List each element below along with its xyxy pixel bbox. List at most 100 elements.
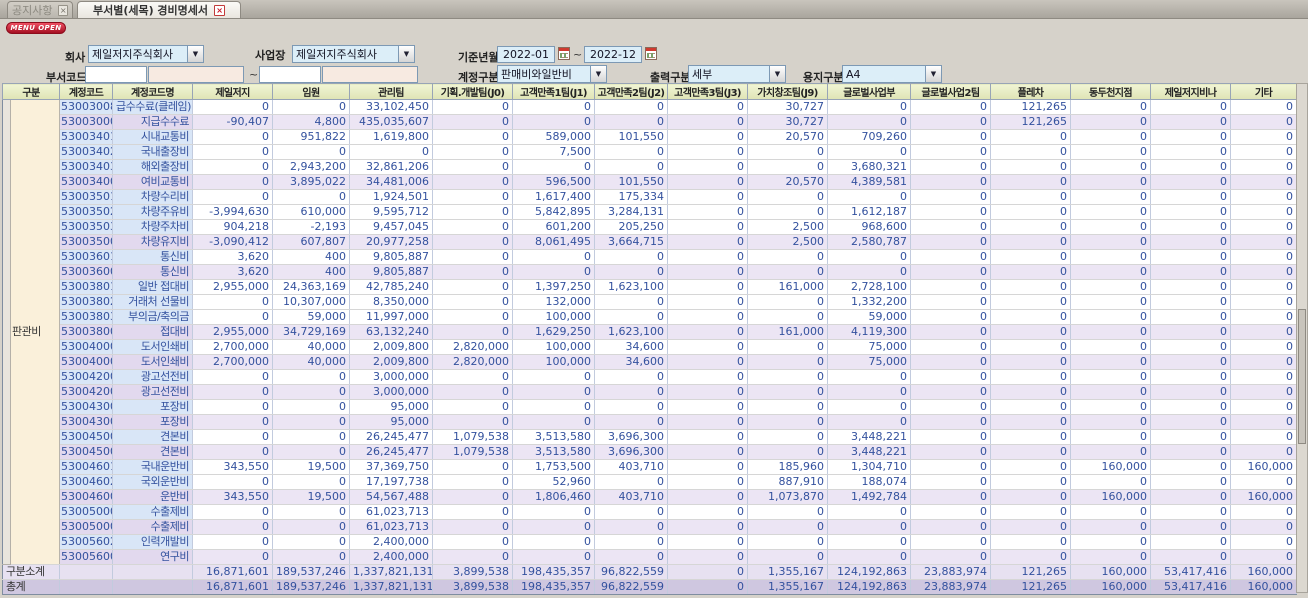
account-code-cell[interactable]: 53003500: [59, 234, 114, 250]
amount-cell[interactable]: 189,537,246: [272, 564, 351, 580]
amount-cell[interactable]: 0: [512, 519, 596, 535]
amount-cell[interactable]: 0: [1230, 294, 1298, 310]
column-header[interactable]: 글로벌사업부: [827, 83, 912, 100]
amount-cell[interactable]: 0: [1070, 309, 1152, 325]
amount-cell[interactable]: 0: [1150, 384, 1232, 400]
amount-cell[interactable]: 0: [747, 444, 829, 460]
amount-cell[interactable]: 185,960: [747, 459, 829, 475]
amount-cell[interactable]: 0: [910, 384, 992, 400]
amount-cell[interactable]: 101,550: [594, 174, 669, 190]
amount-cell[interactable]: 0: [910, 294, 992, 310]
amount-cell[interactable]: 0: [1230, 504, 1298, 520]
amount-cell[interactable]: 0: [747, 534, 829, 550]
amount-cell[interactable]: 3,696,300: [594, 429, 669, 445]
amount-cell[interactable]: 0: [594, 144, 669, 160]
amount-cell[interactable]: 1,619,800: [349, 129, 434, 145]
table-row[interactable]: 53003800 접대비 2,955,000 34,729,169 63,132,240…: [3, 324, 1298, 340]
amount-cell[interactable]: 0: [432, 414, 514, 430]
amount-cell[interactable]: 0: [1150, 249, 1232, 265]
amount-cell[interactable]: 0: [192, 174, 274, 190]
amount-cell[interactable]: 0: [910, 129, 992, 145]
subtotal-row[interactable]: 구분소계 16,871,601 189,537,246 1,337,821,131 3,…: [2, 564, 1298, 580]
amount-cell[interactable]: 1,612,187: [827, 204, 912, 220]
amount-cell[interactable]: 2,580,787: [827, 234, 912, 250]
account-code-cell[interactable]: 53004300: [59, 414, 114, 430]
amount-cell[interactable]: 0: [192, 309, 274, 325]
amount-cell[interactable]: 0: [1150, 309, 1232, 325]
account-name-cell[interactable]: 수출제비: [112, 519, 194, 535]
amount-cell[interactable]: 1,304,710: [827, 459, 912, 475]
amount-cell[interactable]: 0: [432, 399, 514, 415]
amount-cell[interactable]: 19,500: [272, 459, 351, 475]
amount-cell[interactable]: 61,023,713: [349, 519, 434, 535]
amount-cell[interactable]: 0: [349, 144, 434, 160]
amount-cell[interactable]: 2,500: [747, 234, 829, 250]
amount-cell[interactable]: 0: [192, 189, 274, 205]
amount-cell[interactable]: 0: [1150, 414, 1232, 430]
amount-cell[interactable]: 0: [1070, 189, 1152, 205]
amount-cell[interactable]: 24,363,169: [272, 279, 351, 295]
amount-cell[interactable]: 0: [272, 99, 351, 115]
amount-cell[interactable]: 2,009,800: [349, 354, 434, 370]
amount-cell[interactable]: 0: [910, 159, 992, 175]
amount-cell[interactable]: 1,355,167: [747, 564, 829, 580]
amount-cell[interactable]: 0: [1230, 324, 1298, 340]
amount-cell[interactable]: 3,513,580: [512, 429, 596, 445]
amount-cell[interactable]: 0: [1070, 474, 1152, 490]
amount-cell[interactable]: 0: [192, 429, 274, 445]
amount-cell[interactable]: 0: [1070, 279, 1152, 295]
amount-cell[interactable]: 205,250: [594, 219, 669, 235]
amount-cell[interactable]: 0: [192, 534, 274, 550]
amount-cell[interactable]: 0: [432, 174, 514, 190]
amount-cell[interactable]: 0: [1150, 234, 1232, 250]
account-code-cell[interactable]: 53005000: [59, 504, 114, 520]
amount-cell[interactable]: 0: [990, 369, 1072, 385]
amount-cell[interactable]: 0: [1230, 99, 1298, 115]
amount-cell[interactable]: 0: [910, 534, 992, 550]
amount-cell[interactable]: 0: [192, 159, 274, 175]
amount-cell[interactable]: 0: [667, 504, 749, 520]
amount-cell[interactable]: 0: [910, 189, 992, 205]
amount-cell[interactable]: 3,664,715: [594, 234, 669, 250]
account-name-cell[interactable]: 일반 접대비: [112, 279, 194, 295]
amount-cell[interactable]: 2,728,100: [827, 279, 912, 295]
amount-cell[interactable]: 0: [192, 294, 274, 310]
column-header[interactable]: 기획.개발팀(J0): [432, 83, 514, 100]
amount-cell[interactable]: 589,000: [512, 129, 596, 145]
amount-cell[interactable]: 0: [1150, 489, 1232, 505]
table-row[interactable]: 53003501 차량수리비 0 0 1,924,501 0 1,617,400 175,33…: [3, 189, 1298, 205]
amount-cell[interactable]: 0: [1150, 504, 1232, 520]
amount-cell[interactable]: 0: [272, 144, 351, 160]
amount-cell[interactable]: 0: [1070, 159, 1152, 175]
amount-cell[interactable]: 0: [747, 549, 829, 565]
amount-cell[interactable]: 198,435,357: [512, 564, 596, 580]
amount-cell[interactable]: -3,994,630: [192, 204, 274, 220]
amount-cell[interactable]: 0: [1150, 399, 1232, 415]
amount-cell[interactable]: 0: [747, 519, 829, 535]
amount-cell[interactable]: 75,000: [827, 339, 912, 355]
amount-cell[interactable]: 0: [990, 324, 1072, 340]
amount-cell[interactable]: 7,500: [512, 144, 596, 160]
amount-cell[interactable]: 0: [667, 279, 749, 295]
amount-cell[interactable]: 0: [432, 504, 514, 520]
amount-cell[interactable]: 0: [1070, 219, 1152, 235]
amount-cell[interactable]: 160,000: [1230, 459, 1298, 475]
amount-cell[interactable]: 0: [910, 474, 992, 490]
amount-cell[interactable]: 0: [667, 429, 749, 445]
amount-cell[interactable]: 0: [1230, 474, 1298, 490]
amount-cell[interactable]: 0: [1150, 339, 1232, 355]
account-name-cell[interactable]: [112, 564, 194, 580]
amount-cell[interactable]: 20,977,258: [349, 234, 434, 250]
amount-cell[interactable]: 0: [747, 354, 829, 370]
amount-cell[interactable]: 0: [747, 204, 829, 220]
amount-cell[interactable]: 0: [432, 279, 514, 295]
column-header[interactable]: 플레차: [990, 83, 1072, 100]
amount-cell[interactable]: 0: [1230, 114, 1298, 130]
column-header[interactable]: 동두천지점: [1070, 83, 1152, 100]
amount-cell[interactable]: 0: [432, 369, 514, 385]
amount-cell[interactable]: 0: [512, 414, 596, 430]
table-row[interactable]: 53005602 인력개발비 0 0 2,400,000 0 0 0 0 0 0 0 0 0 0 0: [3, 534, 1298, 550]
account-name-cell[interactable]: 광고선전비: [112, 369, 194, 385]
amount-cell[interactable]: 1,617,400: [512, 189, 596, 205]
scrollbar-thumb[interactable]: [1298, 309, 1306, 444]
